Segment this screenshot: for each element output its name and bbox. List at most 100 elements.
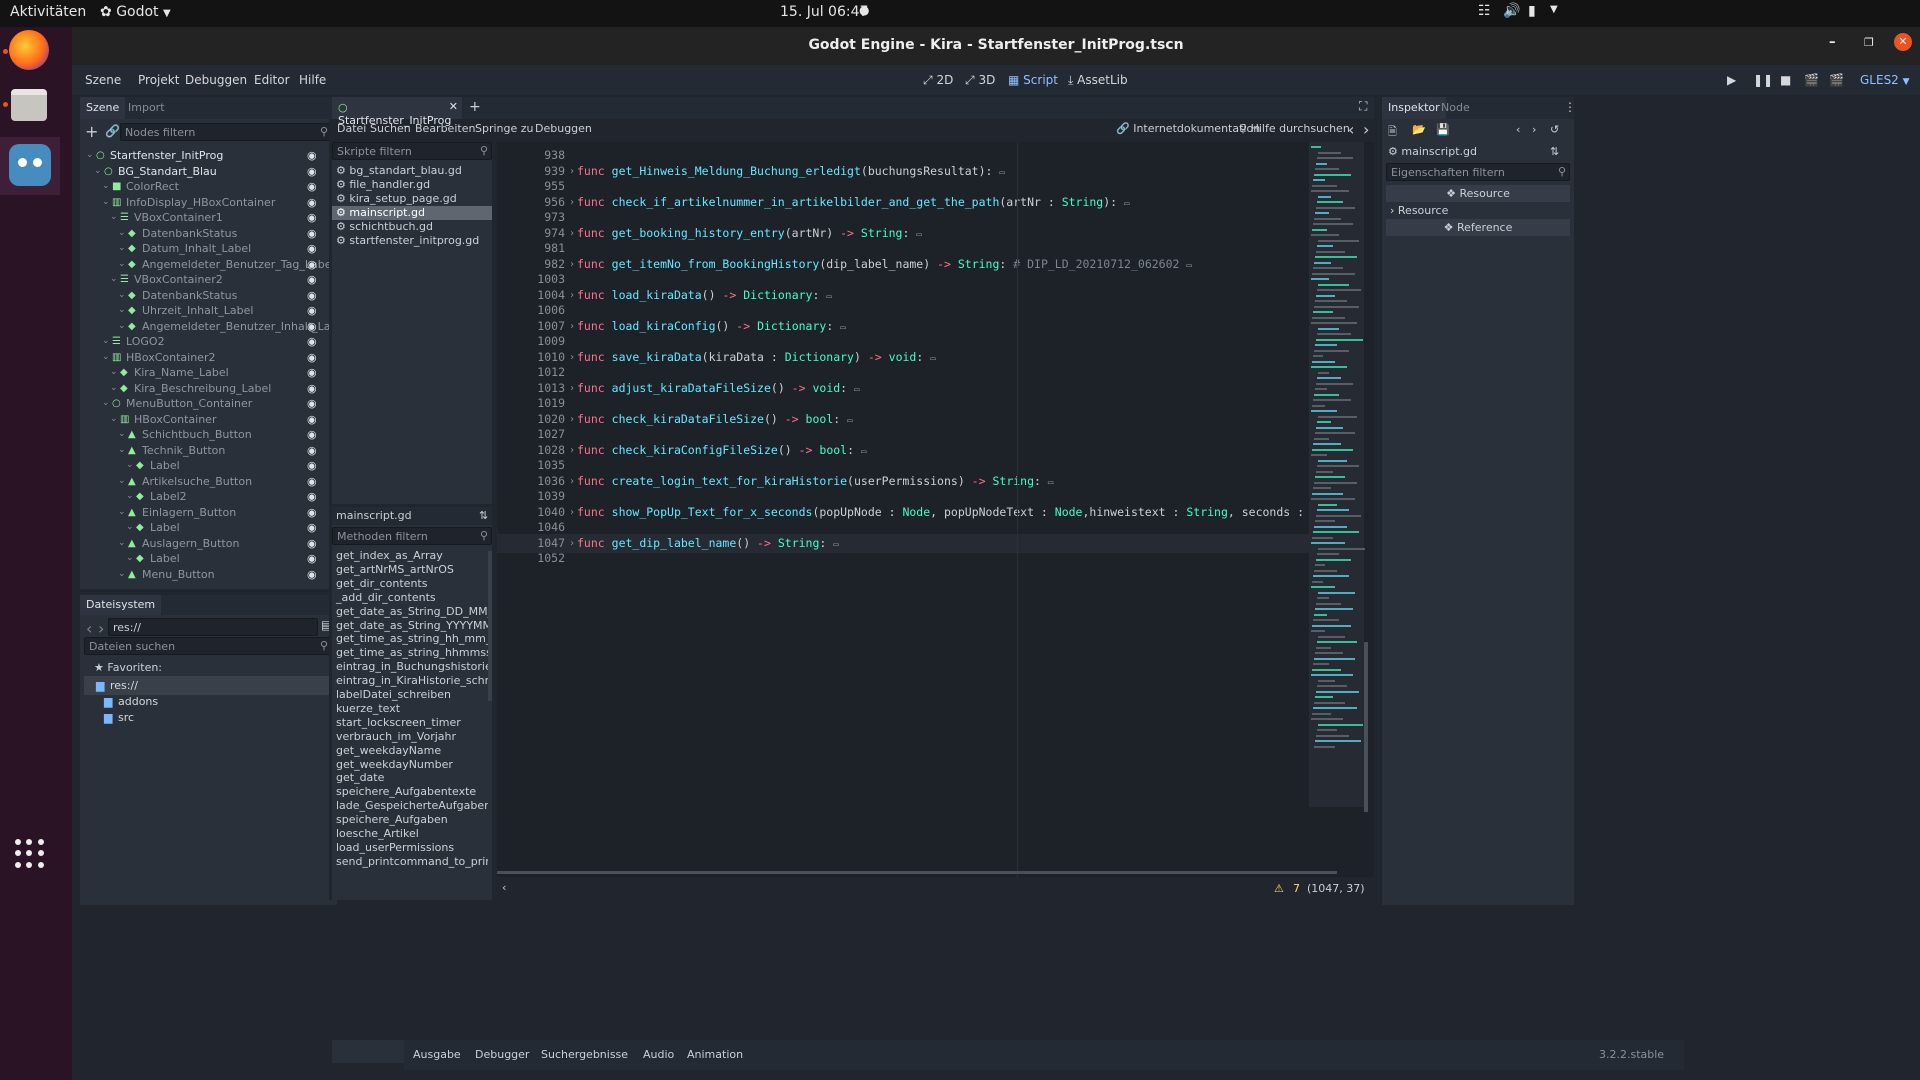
clock[interactable]: 15. Jul 06:47 (780, 4, 868, 20)
new-resource-icon[interactable]: 🗎 (1388, 123, 1397, 142)
menu-hilfe[interactable]: Hilfe (299, 73, 326, 87)
method-list-item[interactable]: speichere_Aufgaben (332, 813, 488, 827)
method-list-item[interactable]: get_index_as_Array (332, 549, 488, 563)
method-list-item[interactable]: get_weekdayName (332, 744, 488, 758)
save-resource-icon[interactable]: 💾 (1436, 123, 1450, 136)
tab-suchergebnisse[interactable]: Suchergebnisse (541, 1048, 628, 1061)
toggle-scripts-panel-icon[interactable]: ‹ (502, 881, 506, 894)
history-back-icon[interactable]: ‹ (1348, 120, 1354, 139)
open-resource-icon[interactable]: 📂 (1412, 123, 1426, 136)
pause-icon[interactable]: ❚❚ (1753, 73, 1773, 87)
tab-node[interactable]: Node (1441, 101, 1470, 114)
warning-count[interactable]: 7 (1293, 882, 1300, 895)
method-list-item[interactable]: speichere_Aufgabentexte (332, 785, 488, 799)
method-list-item[interactable]: verbrauch_im_Vorjahr (332, 730, 488, 744)
code-vertical-scrollbar[interactable] (1364, 642, 1368, 812)
workspace-script-button[interactable]: ▦ Script (1008, 73, 1058, 87)
favorites-row[interactable]: ★ Favoriten: (94, 661, 162, 674)
tab-szene[interactable]: Szene (80, 97, 126, 119)
volume-icon[interactable]: 🔊 (1503, 3, 1520, 19)
method-list-item[interactable]: kuerze_text (332, 702, 488, 716)
properties-filter-input[interactable]: Eigenschaften filtern ⚲ (1386, 163, 1570, 181)
menu-szene[interactable]: Szene (85, 73, 121, 87)
menu-debuggen[interactable]: Debuggen (185, 73, 247, 87)
code-editor[interactable]: 938 939 › func get_Hinweis_Meldung_Buchung_… (497, 142, 1374, 877)
script-list-item[interactable]: ⚙ file_handler.gd (332, 178, 492, 192)
close-tab-icon[interactable]: ✕ (449, 100, 458, 113)
method-list-item[interactable]: get_date_as_String_YYYYMMDD (332, 619, 488, 633)
workspace-3d-button[interactable]: ⤢ 3D (965, 73, 995, 88)
scene-tree-node[interactable]: ⌄ ▲ Menu_Button ◉ (80, 565, 329, 584)
history-forward-icon[interactable]: › (1363, 120, 1369, 139)
menu-projekt[interactable]: Projekt (138, 73, 179, 87)
stop-icon[interactable]: ■ (1780, 73, 1791, 87)
firefox-icon[interactable] (9, 30, 49, 70)
method-list-item[interactable]: get_date (332, 771, 488, 785)
menu-editor[interactable]: Editor (254, 73, 290, 87)
system-menu-chevron-icon[interactable]: ▼ (1550, 4, 1558, 15)
resource-section-header[interactable]: ❖ Resource (1386, 185, 1570, 202)
scripts-filter-input[interactable]: Skripte filtern ⚲ (332, 142, 492, 160)
godot-icon[interactable] (9, 144, 51, 186)
method-list-item[interactable]: eintrag_in_BuchungshistorieMeinSt (332, 660, 488, 674)
method-list-item[interactable]: send_printcommand_to_printer (332, 855, 488, 869)
sort-icon[interactable]: ⇅ (479, 509, 488, 522)
filesystem-title[interactable]: Dateisystem (80, 595, 162, 615)
warning-icon[interactable]: ⚠ (1274, 882, 1284, 895)
script-menu-springe-zu[interactable]: Springe zu (475, 122, 534, 135)
window-titlebar[interactable]: Godot Engine - Kira - Startfenster_InitP… (72, 27, 1920, 65)
tab-animation[interactable]: Animation (687, 1048, 743, 1061)
play-custom-scene-icon[interactable]: 🎬 (1829, 73, 1844, 87)
code-line[interactable]: 1052 (497, 549, 1309, 568)
method-list-item[interactable]: get_dir_contents (332, 577, 488, 591)
workspace-2d-button[interactable]: ⤢ 2D (923, 73, 953, 88)
method-list-item[interactable]: get_time_as_string_hh_mm_ss (332, 632, 488, 646)
minimize-icon[interactable]: – (1829, 35, 1836, 50)
script-menu-debuggen[interactable]: Debuggen (535, 122, 592, 135)
play-scene-icon[interactable]: 🎬 (1804, 73, 1819, 87)
method-list-item[interactable]: eintrag_in_KiraHistorie_schreiben (332, 674, 488, 688)
reference-section-header[interactable]: ❖ Reference (1386, 219, 1570, 236)
method-list-item[interactable]: lade_GespeicherteAufgaben (332, 799, 488, 813)
fullscreen-icon[interactable]: ⛶ (1359, 99, 1367, 114)
code-horizontal-scrollbar[interactable] (497, 871, 1337, 874)
battery-icon[interactable]: ▮ (1528, 3, 1536, 19)
add-node-icon[interactable]: + (85, 122, 98, 141)
method-list-item[interactable]: _add_dir_contents (332, 591, 488, 605)
dock-menu-icon[interactable]: ⋮ (1564, 100, 1576, 114)
method-list-item[interactable]: start_lockscreen_timer (332, 716, 488, 730)
filesystem-path-input[interactable]: res:// (108, 618, 318, 636)
code-minimap[interactable] (1309, 142, 1365, 807)
filesystem-item[interactable]: ▆ src (84, 708, 334, 727)
method-list-item[interactable]: get_date_as_String_DD_MM_YYYY (332, 605, 488, 619)
method-list-item[interactable]: labelDatei_schreiben (332, 688, 488, 702)
link-icon[interactable]: 🔗 (105, 124, 120, 138)
tab-inspektor[interactable]: Inspektor (1382, 97, 1446, 119)
files-icon[interactable] (11, 89, 47, 121)
workspace-assetlib-button[interactable]: ⤓ AssetLib (1068, 73, 1128, 88)
history-forward-icon[interactable]: › (1532, 123, 1536, 136)
forward-arrow-icon[interactable]: › (98, 619, 104, 638)
activities-button[interactable]: Aktivitäten (10, 4, 86, 20)
search-help-button[interactable]: ⚲ Hilfe durchsuchen (1239, 122, 1350, 135)
expand-arrow-icon[interactable]: ⌄ (118, 565, 126, 584)
nodes-filter-input[interactable]: Nodes filtern ⚲ (120, 123, 332, 141)
script-menu-datei[interactable]: Datei (337, 122, 366, 135)
tab-import[interactable]: Import (128, 101, 165, 114)
tab-debugger[interactable]: Debugger (475, 1048, 529, 1061)
renderer-select[interactable]: GLES2 ▼ (1860, 73, 1910, 87)
back-arrow-icon[interactable]: ‹ (86, 619, 92, 638)
script-list-item[interactable]: ⚙ bg_standart_blau.gd (332, 164, 492, 178)
method-list-item[interactable]: loesche_Artikel (332, 827, 488, 841)
play-icon[interactable]: ▶ (1727, 73, 1736, 87)
script-menu-bearbeiten[interactable]: Bearbeiten (415, 122, 475, 135)
script-menu-suchen[interactable]: Suchen (370, 122, 411, 135)
method-list-item[interactable]: load_userPermissions (332, 841, 488, 855)
methods-filter-input[interactable]: Methoden filtern ⚲ (332, 527, 492, 545)
inspected-object[interactable]: ⚙ mainscript.gd (1388, 145, 1477, 158)
add-tab-icon[interactable]: + (469, 99, 481, 115)
methods-scrollbar[interactable] (488, 551, 492, 701)
script-list-item[interactable]: ⚙ startfenster_initprog.gd (332, 234, 492, 248)
tab-audio[interactable]: Audio (643, 1048, 674, 1061)
method-list-item[interactable]: get_weekdayNumber (332, 758, 488, 772)
